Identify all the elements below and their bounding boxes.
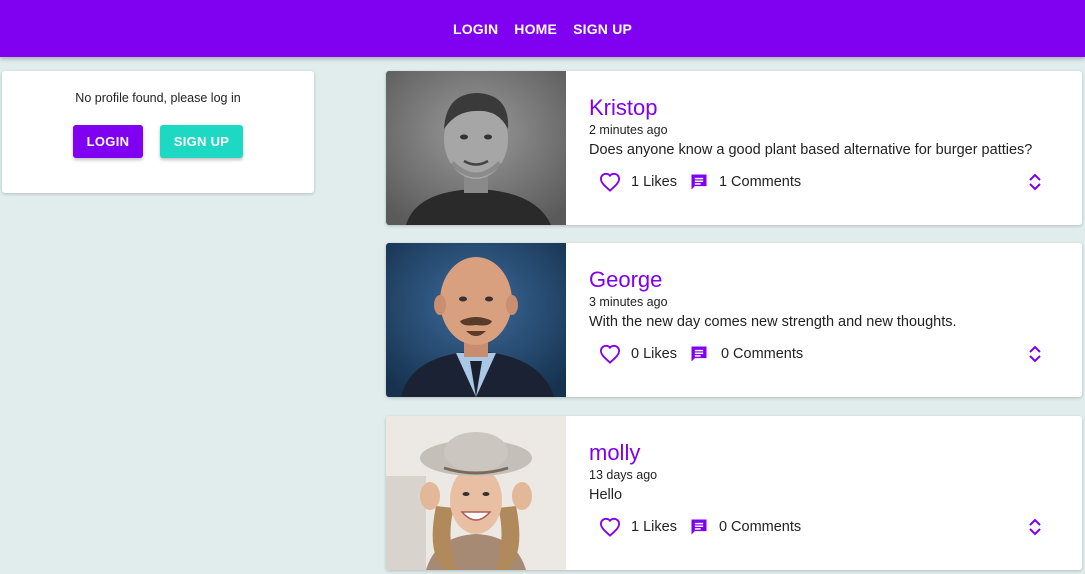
comment-button[interactable]: [689, 172, 709, 192]
likes-count: 1 Likes: [631, 519, 677, 535]
post-card: Kristop 2 minutes ago Does anyone know a…: [386, 71, 1082, 225]
profile-card: No profile found, please log in LOGIN SI…: [2, 71, 314, 193]
likes-count: 0 Likes: [631, 346, 677, 362]
nav-signup-link[interactable]: SIGN UP: [573, 21, 632, 37]
post-body: Hello: [589, 487, 623, 503]
post-card: molly 13 days ago Hello 1 Likes 0 Commen…: [386, 416, 1082, 570]
post-body: With the new day comes new strength and …: [589, 314, 957, 330]
unfold-more-icon[interactable]: [1028, 344, 1042, 369]
like-button[interactable]: [599, 344, 621, 364]
heart-icon: [599, 344, 621, 364]
nav-login-link[interactable]: LOGIN: [453, 21, 498, 37]
comments-count: 0 Comments: [720, 346, 804, 362]
post-username[interactable]: George: [589, 267, 662, 293]
post-username[interactable]: molly: [589, 440, 640, 466]
chat-icon: [691, 174, 707, 190]
post-user-photo: [386, 243, 566, 397]
comment-button[interactable]: [689, 517, 709, 537]
no-profile-message: No profile found, please log in: [75, 91, 241, 105]
post-user-photo: [386, 416, 566, 570]
post-user-photo: [386, 71, 566, 225]
post-username[interactable]: Kristop: [589, 95, 657, 121]
post-timestamp: 2 minutes ago: [589, 123, 668, 137]
comments-count: 1 Comments: [718, 174, 802, 190]
comment-button[interactable]: [689, 344, 709, 364]
post-actions: 1 Likes 0 Comments: [599, 516, 801, 538]
signup-button[interactable]: SIGN UP: [160, 125, 243, 158]
like-button[interactable]: [599, 172, 621, 192]
post-timestamp: 13 days ago: [589, 468, 658, 482]
likes-count: 1 Likes: [631, 174, 677, 190]
unfold-more-icon[interactable]: [1028, 517, 1042, 542]
comments-count: 0 Comments: [718, 519, 802, 535]
heart-icon: [599, 517, 621, 537]
chat-icon: [691, 519, 707, 535]
top-navbar: LOGIN HOME SIGN UP: [0, 0, 1085, 57]
post-actions: 0 Likes 0 Comments: [599, 343, 803, 365]
unfold-more-icon[interactable]: [1028, 172, 1042, 197]
post-card: George 3 minutes ago With the new day co…: [386, 243, 1082, 397]
heart-icon: [599, 172, 621, 192]
nav-home-link[interactable]: HOME: [514, 21, 557, 37]
post-timestamp: 3 minutes ago: [589, 295, 668, 309]
login-button[interactable]: LOGIN: [73, 125, 143, 158]
like-button[interactable]: [599, 517, 621, 537]
post-actions: 1 Likes 1 Comments: [599, 171, 801, 193]
post-body: Does anyone know a good plant based alte…: [589, 142, 1033, 158]
chat-icon: [691, 346, 707, 362]
